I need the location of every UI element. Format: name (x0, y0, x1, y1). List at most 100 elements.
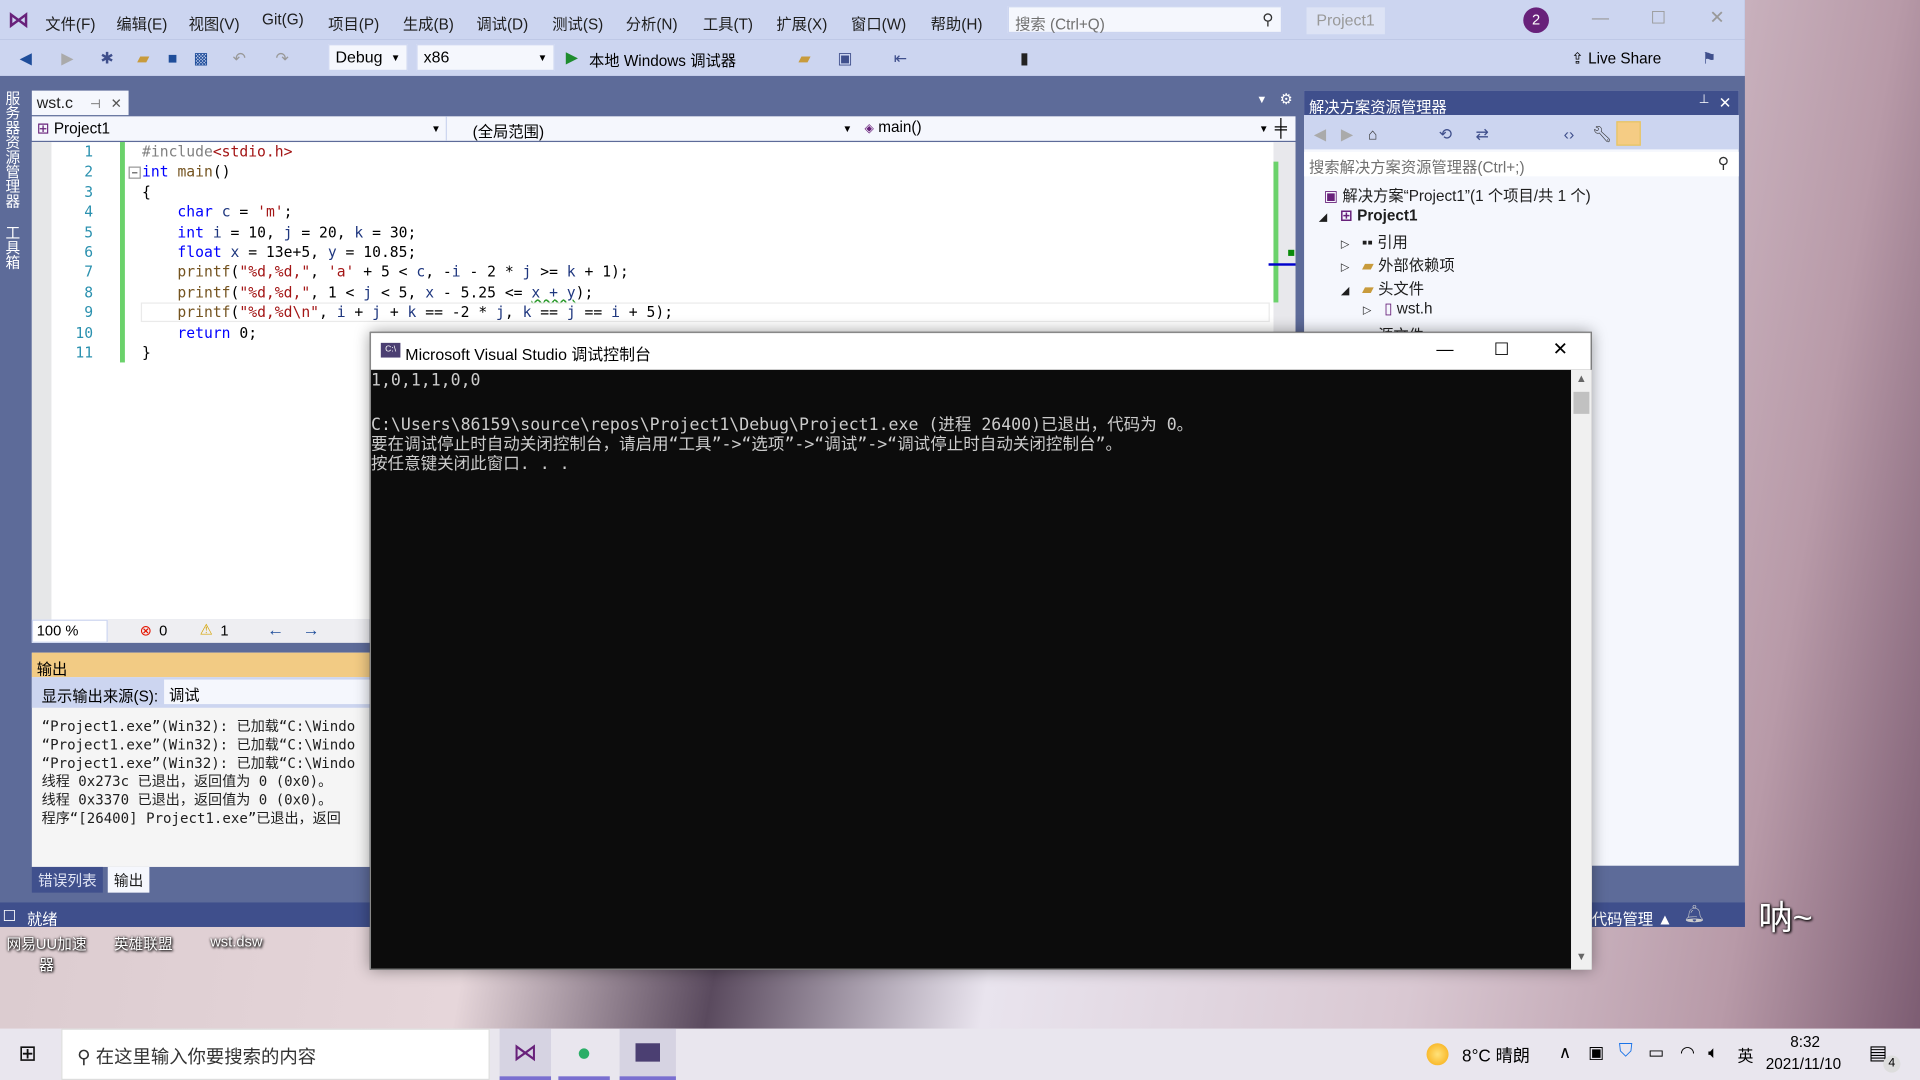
menu-git[interactable]: Git(G) (262, 11, 304, 28)
desktop-icon-lol[interactable]: 英雄联盟 (105, 933, 181, 954)
menu-edit[interactable]: 编辑(E) (116, 11, 167, 34)
scroll-thumb[interactable] (1573, 391, 1590, 414)
menu-test[interactable]: 测试(S) (552, 11, 603, 34)
config-dropdown[interactable]: Debug ▼ (328, 44, 408, 72)
menu-build[interactable]: 生成(B) (403, 11, 454, 34)
search-input[interactable]: 搜索 (Ctrl+Q) ⚲ (1007, 6, 1283, 33)
tab-output[interactable]: 输出 (107, 866, 150, 893)
open-icon[interactable]: ▰ (137, 49, 149, 69)
tree-wst-h[interactable]: ▷ ▯ wst.h (1363, 299, 1433, 317)
menu-extensions[interactable]: 扩展(X) (776, 11, 827, 34)
new-project-icon[interactable]: ✱ (100, 49, 113, 69)
gear-icon[interactable]: ⚙ (1280, 91, 1293, 108)
zoom-dropdown[interactable]: 100 % (31, 619, 108, 643)
nav-scope-dropdown[interactable]: (全局范围) ▼ (473, 119, 853, 142)
taskbar-search-input[interactable]: ⚲ 在这里输入你要搜索的内容 (61, 1028, 490, 1080)
live-share-button[interactable]: ⇪ Live Share (1571, 49, 1661, 67)
collapse-icon[interactable]: − (128, 166, 141, 179)
tree-project[interactable]: ◢ ⊞ Project1 (1319, 206, 1418, 224)
wifi-icon[interactable]: ◠ (1680, 1042, 1695, 1063)
forward-icon[interactable]: ▶ (61, 49, 73, 69)
code-icon[interactable]: ‹› (1564, 125, 1575, 143)
maximize-button[interactable]: ☐ (1651, 7, 1666, 28)
preview-toggle[interactable] (1616, 121, 1641, 146)
menu-window[interactable]: 窗口(W) (851, 11, 906, 34)
notification-badge[interactable]: 2 (1523, 7, 1549, 34)
menu-view[interactable]: 视图(V) (189, 11, 240, 34)
close-button[interactable]: ✕ (1553, 338, 1568, 360)
arrow-right-icon[interactable]: → (302, 620, 319, 640)
sync-icon[interactable]: ⇄ (1476, 125, 1489, 145)
desktop-icon-wst-dsw[interactable]: wst.dsw (196, 933, 277, 950)
pin-icon[interactable]: ⊣ (90, 98, 101, 111)
play-icon[interactable]: ▶ (566, 48, 578, 68)
ime-indicator[interactable]: 英 (1738, 1043, 1754, 1066)
close-tab-icon[interactable]: ✕ (111, 97, 122, 112)
home-icon[interactable]: ⌂ (1368, 125, 1378, 143)
tree-references[interactable]: ▷ ▪▪ 引用 (1341, 229, 1408, 252)
bookmark-icon[interactable]: ▮ (1020, 49, 1029, 69)
step-icon[interactable]: ⇤ (894, 49, 907, 69)
tab-wst-c[interactable]: wst.c ⊣ ✕ (31, 90, 129, 116)
nav-member-dropdown[interactable]: ◈ main() ▼ (864, 119, 1268, 136)
side-tab-server-explorer[interactable]: 服务器资源管理器 (4, 91, 24, 209)
tray-expand-icon[interactable]: ∧ (1559, 1042, 1572, 1063)
scroll-up-icon[interactable]: ▲ (1576, 372, 1587, 384)
run-debugger-button[interactable]: 本地 Windows 调试器 (589, 48, 736, 71)
clock-date[interactable]: 2021/11/10 (1766, 1056, 1841, 1073)
minimize-button[interactable]: — (1592, 7, 1609, 27)
maximize-button[interactable]: ☐ (1494, 339, 1509, 360)
source-control-button[interactable]: 代码管理 ▲ (1592, 906, 1673, 929)
desktop-icon-uu[interactable]: 网易UU加速器 (2, 933, 90, 975)
debug-console-window[interactable]: C:\ Microsoft Visual Studio 调试控制台 — ☐ ✕ … (369, 331, 1592, 970)
scroll-down-icon[interactable]: ▼ (1576, 950, 1587, 962)
save-icon[interactable]: ■ (168, 49, 178, 67)
save-all-icon[interactable]: ▩ (193, 49, 208, 69)
taskbar-console[interactable] (619, 1028, 676, 1080)
warning-count[interactable]: 1 (220, 622, 228, 639)
taskbar-wechat[interactable]: ● (558, 1029, 610, 1080)
bell-icon[interactable]: 🔔︎ (1684, 904, 1706, 925)
platform-dropdown[interactable]: x86 ▼ (416, 44, 555, 72)
close-button[interactable]: ✕ (1709, 6, 1724, 28)
folder-icon[interactable]: ▰ (798, 49, 810, 69)
wrench-icon[interactable]: 🔧︎ (1592, 125, 1612, 145)
clock-time[interactable]: 8:32 (1790, 1033, 1820, 1050)
menu-file[interactable]: 文件(F) (45, 11, 95, 34)
tree-solution[interactable]: ▣ 解决方案“Project1”(1 个项目/共 1 个) (1324, 182, 1591, 205)
screenshot-icon[interactable]: ▣ (838, 49, 853, 69)
back-icon[interactable]: ◀ (20, 49, 32, 69)
menu-debug[interactable]: 调试(D) (476, 11, 528, 34)
undo-icon[interactable]: ↶ (233, 49, 246, 69)
windows-start-icon[interactable]: ⊞ (18, 1041, 36, 1067)
forward-icon[interactable]: ▶ (1341, 125, 1353, 145)
error-count[interactable]: 0 (159, 622, 167, 639)
nav-project-dropdown[interactable]: ⊞ Project1 ▼ (37, 119, 441, 137)
battery-icon[interactable]: ▭ (1648, 1042, 1664, 1063)
menu-help[interactable]: 帮助(H) (931, 11, 983, 34)
redo-icon[interactable]: ↷ (276, 49, 289, 69)
solution-search-input[interactable]: 搜索解决方案资源管理器(Ctrl+;) ⚲ (1304, 151, 1739, 177)
tree-header-files[interactable]: ◢ ▰ 头文件 (1341, 276, 1424, 299)
weather-text[interactable]: 8°C 晴朗 (1462, 1043, 1530, 1067)
menu-analyze[interactable]: 分析(N) (626, 11, 678, 34)
history-icon[interactable]: ⟲ (1439, 125, 1452, 145)
tab-list-chevron-icon[interactable]: ▼ (1256, 93, 1267, 105)
output-source-dropdown[interactable]: 调试 (164, 679, 373, 705)
tray-app-icon[interactable]: ▣ (1588, 1042, 1604, 1063)
console-scrollbar[interactable]: ▲ ▼ (1571, 369, 1592, 970)
side-tab-toolbox[interactable]: 工具箱 (4, 225, 24, 269)
back-icon[interactable]: ◀ (1314, 125, 1326, 145)
minimize-button[interactable]: — (1436, 339, 1453, 359)
volume-icon[interactable]: 🔈︎ (1708, 1042, 1718, 1063)
tab-error-list[interactable]: 错误列表 (31, 866, 103, 893)
security-shield-icon[interactable]: ⛉ (1619, 1041, 1633, 1062)
pin-icon[interactable]: ⊥ (1699, 93, 1710, 106)
close-panel-icon[interactable]: ✕ (1719, 93, 1732, 111)
menu-project[interactable]: 项目(P) (328, 11, 379, 34)
tree-external-deps[interactable]: ▷ ▰ 外部依赖项 (1341, 252, 1455, 275)
menu-tools[interactable]: 工具(T) (703, 11, 753, 34)
feedback-icon[interactable]: ⚑ (1702, 49, 1716, 69)
arrow-left-icon[interactable]: ← (267, 620, 284, 640)
split-icon[interactable]: ╪ (1275, 118, 1287, 138)
